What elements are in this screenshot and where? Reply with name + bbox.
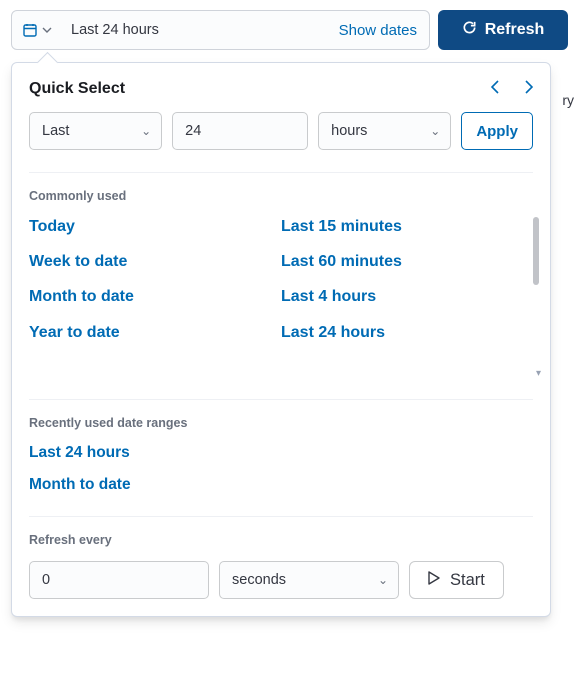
refresh-unit-select[interactable]: seconds ⌄	[219, 561, 399, 599]
prev-range-button[interactable]	[491, 80, 500, 98]
chevron-down-icon	[42, 25, 52, 35]
refresh-interval-input[interactable]	[29, 561, 209, 599]
preset-last-15-min[interactable]: Last 15 minutes	[281, 217, 533, 236]
refresh-unit-value: seconds	[232, 572, 286, 588]
preset-last-24-hours[interactable]: Last 24 hours	[281, 323, 533, 342]
duration-input[interactable]	[172, 112, 308, 150]
preset-year-to-date[interactable]: Year to date	[29, 323, 281, 342]
chevron-down-icon: ⌄	[378, 573, 388, 587]
refresh-button[interactable]: Refresh	[438, 10, 568, 50]
date-toolbar: Last 24 hours Show dates Refresh	[11, 10, 568, 50]
preset-today[interactable]: Today	[29, 217, 281, 236]
start-button[interactable]: Start	[409, 561, 504, 599]
refresh-controls: seconds ⌄ Start	[29, 561, 533, 599]
recent-month-to-date[interactable]: Month to date	[29, 476, 533, 494]
unit-value: hours	[331, 123, 367, 139]
recent-last-24-hours[interactable]: Last 24 hours	[29, 444, 533, 462]
calendar-icon	[22, 22, 38, 38]
chevron-down-icon: ⌄	[430, 124, 440, 138]
divider	[29, 172, 533, 173]
apply-label: Apply	[476, 123, 518, 140]
show-dates-link[interactable]: Show dates	[339, 22, 417, 39]
preset-last-60-min[interactable]: Last 60 minutes	[281, 252, 533, 271]
date-picker-popover: Quick Select Last ⌄ hours ⌄ Apply Common…	[11, 62, 551, 617]
tense-select[interactable]: Last ⌄	[29, 112, 162, 150]
start-label: Start	[450, 571, 485, 590]
scroll-down-icon[interactable]: ▾	[536, 368, 541, 379]
quick-select-controls: Last ⌄ hours ⌄ Apply	[29, 112, 533, 150]
quick-select-header: Quick Select	[29, 80, 533, 98]
unit-select[interactable]: hours ⌄	[318, 112, 451, 150]
commonly-used-label: Commonly used	[29, 189, 533, 203]
play-icon	[428, 571, 440, 590]
preset-last-4-hours[interactable]: Last 4 hours	[281, 287, 533, 306]
refresh-every-label: Refresh every	[29, 533, 533, 547]
refresh-label: Refresh	[485, 21, 545, 39]
divider	[29, 516, 533, 517]
date-range-text[interactable]: Last 24 hours	[63, 22, 339, 38]
quick-select-title: Quick Select	[29, 80, 125, 98]
date-range-field: Last 24 hours Show dates	[11, 10, 430, 50]
preset-week-to-date[interactable]: Week to date	[29, 252, 281, 271]
preset-month-to-date[interactable]: Month to date	[29, 287, 281, 306]
chevron-down-icon: ⌄	[141, 124, 151, 138]
scrollbar-thumb[interactable]	[533, 217, 539, 285]
tense-value: Last	[42, 123, 69, 139]
commonly-used-list: Today Week to date Month to date Year to…	[29, 217, 533, 377]
divider	[29, 399, 533, 400]
recent-ranges-label: Recently used date ranges	[29, 416, 533, 430]
next-range-button[interactable]	[524, 80, 533, 98]
refresh-icon	[462, 20, 477, 40]
quick-select-nav	[491, 80, 533, 98]
apply-button[interactable]: Apply	[461, 112, 533, 150]
background-text: ry	[562, 92, 574, 108]
calendar-toggle-button[interactable]	[12, 11, 63, 49]
recent-ranges-list: Last 24 hours Month to date	[29, 444, 533, 494]
